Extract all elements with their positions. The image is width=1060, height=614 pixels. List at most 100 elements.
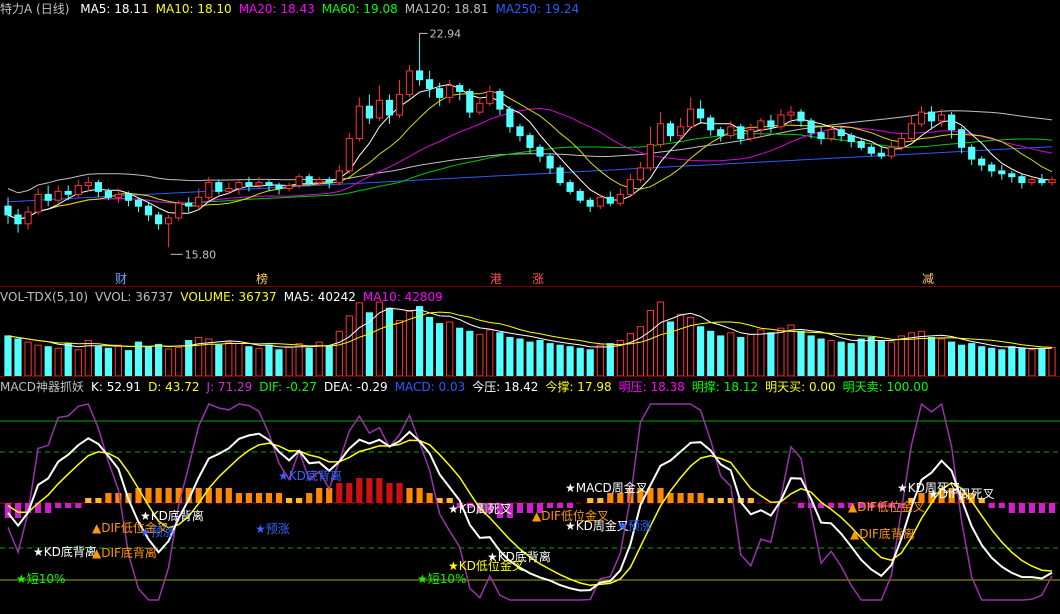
candle-body xyxy=(476,102,484,113)
volume-bar xyxy=(626,333,634,377)
volume-bar xyxy=(385,307,394,377)
volume-bar xyxy=(606,343,614,377)
volume-bar xyxy=(897,335,905,377)
volume-bar xyxy=(285,346,293,377)
volume-bar xyxy=(958,344,966,377)
macd-histogram-bar xyxy=(235,493,242,503)
volume-bar xyxy=(867,337,875,377)
macd-legend-item-12: 明天卖: 100.00 xyxy=(842,380,929,394)
candle-body xyxy=(777,114,785,128)
volume-bar xyxy=(807,335,815,377)
volume-bar xyxy=(1038,347,1046,377)
volume-bar xyxy=(446,321,454,377)
macd-histogram-bar xyxy=(1018,503,1025,513)
candle-body xyxy=(144,205,153,216)
macd-histogram-bar xyxy=(1008,503,1015,513)
candle-body xyxy=(84,182,92,187)
volume-bar xyxy=(797,330,805,377)
volume-bar xyxy=(757,329,765,377)
candle-body xyxy=(917,111,926,125)
candle-body xyxy=(737,126,745,140)
volume-bar xyxy=(526,341,534,377)
candle-body xyxy=(315,179,323,184)
volume-bar xyxy=(426,316,434,377)
candle-body xyxy=(365,105,373,119)
macd-histogram-bar xyxy=(155,488,162,503)
macd-histogram-bar xyxy=(85,498,92,503)
candle-body xyxy=(1028,179,1036,184)
volume-bar xyxy=(476,333,484,377)
ma-legend-item-0: MA5: 18.11 xyxy=(80,2,149,16)
volume-bar xyxy=(395,320,404,377)
volume-bar xyxy=(586,349,594,377)
macd-histogram-bar xyxy=(587,498,594,503)
signal-label-1: ★KD底背离 xyxy=(33,544,97,559)
volume-bar xyxy=(94,346,103,377)
volume-bar xyxy=(988,347,996,377)
volume-bar xyxy=(275,349,283,377)
volume-bar xyxy=(1008,346,1016,377)
volume-bar xyxy=(456,327,464,377)
volume-bar xyxy=(225,341,233,377)
volume-bar xyxy=(656,301,665,377)
candle-body xyxy=(576,190,584,201)
volume-bar xyxy=(134,341,143,377)
candle-body xyxy=(124,193,133,201)
volume-bar xyxy=(556,344,564,377)
volume-bar xyxy=(576,347,584,377)
macd-histogram-bar xyxy=(306,493,313,503)
candle-body xyxy=(14,214,22,225)
signal-label-4: ★KD底背离 xyxy=(140,508,204,523)
macd-legend-item-9: 明压: 18.38 xyxy=(618,380,685,394)
candle-body xyxy=(566,182,574,192)
candle-body xyxy=(436,88,444,98)
candle-body xyxy=(466,91,474,113)
macd-histogram-bar xyxy=(697,493,704,503)
volume-bar xyxy=(255,347,263,377)
macd-legend-item-5: DEA: -0.29 xyxy=(323,380,388,394)
volume-bar xyxy=(1048,347,1056,377)
event-marker-4: 减 xyxy=(922,272,934,286)
macd-histogram-bar xyxy=(677,493,684,503)
macd-histogram-bar xyxy=(567,503,574,508)
volume-bar xyxy=(817,338,825,377)
macd-histogram-bar xyxy=(687,493,694,503)
macd-histogram-bar xyxy=(657,488,664,503)
macd-histogram-bar xyxy=(797,503,805,508)
candle-body xyxy=(606,196,614,204)
signal-label-6: ★预涨 xyxy=(255,521,290,536)
candle-body xyxy=(114,193,123,198)
event-marker-2: 港 xyxy=(490,272,502,286)
candle-body xyxy=(225,188,233,192)
signal-label-18: ★KD周死叉 xyxy=(448,502,512,516)
signal-label-7: ★KD底背离 xyxy=(278,468,342,483)
macd-legend-item-10: 明撑: 18.12 xyxy=(691,380,759,394)
macd-histogram-bar xyxy=(707,498,714,503)
volume-bar xyxy=(355,302,363,377)
volume-bar xyxy=(877,340,885,377)
macd-histogram-bar xyxy=(255,493,263,503)
candle-body xyxy=(717,129,725,137)
volume-bar xyxy=(124,350,133,377)
candle-body xyxy=(727,126,735,137)
price-chart-canvas: 22.9415.80财榜港涨减★短10%★KD底背离▲DIF底背离▲DIF低位金… xyxy=(0,27,1060,601)
macd-histogram-bar xyxy=(988,503,995,508)
vol-legend-item-0: VOL-TDX(5,10) xyxy=(0,290,89,304)
candle-body xyxy=(165,217,173,225)
ma250-line xyxy=(7,146,1053,203)
macd-histogram-bar xyxy=(747,498,754,503)
candle-body xyxy=(74,185,82,195)
volume-bar xyxy=(998,349,1006,377)
signal-label-19: ★DIF周死叉 xyxy=(928,487,994,501)
macd-histogram-bar xyxy=(346,483,353,503)
candle-body xyxy=(666,123,675,137)
candle-body xyxy=(968,146,976,160)
volume-bar xyxy=(596,344,604,377)
volume-bar xyxy=(155,343,163,377)
macd-histogram-bar xyxy=(95,498,102,503)
volume-bar xyxy=(546,343,554,377)
candle-body xyxy=(927,111,936,122)
candle-body xyxy=(897,138,905,148)
macd-histogram-bar xyxy=(75,503,82,508)
candle-body xyxy=(536,146,544,157)
